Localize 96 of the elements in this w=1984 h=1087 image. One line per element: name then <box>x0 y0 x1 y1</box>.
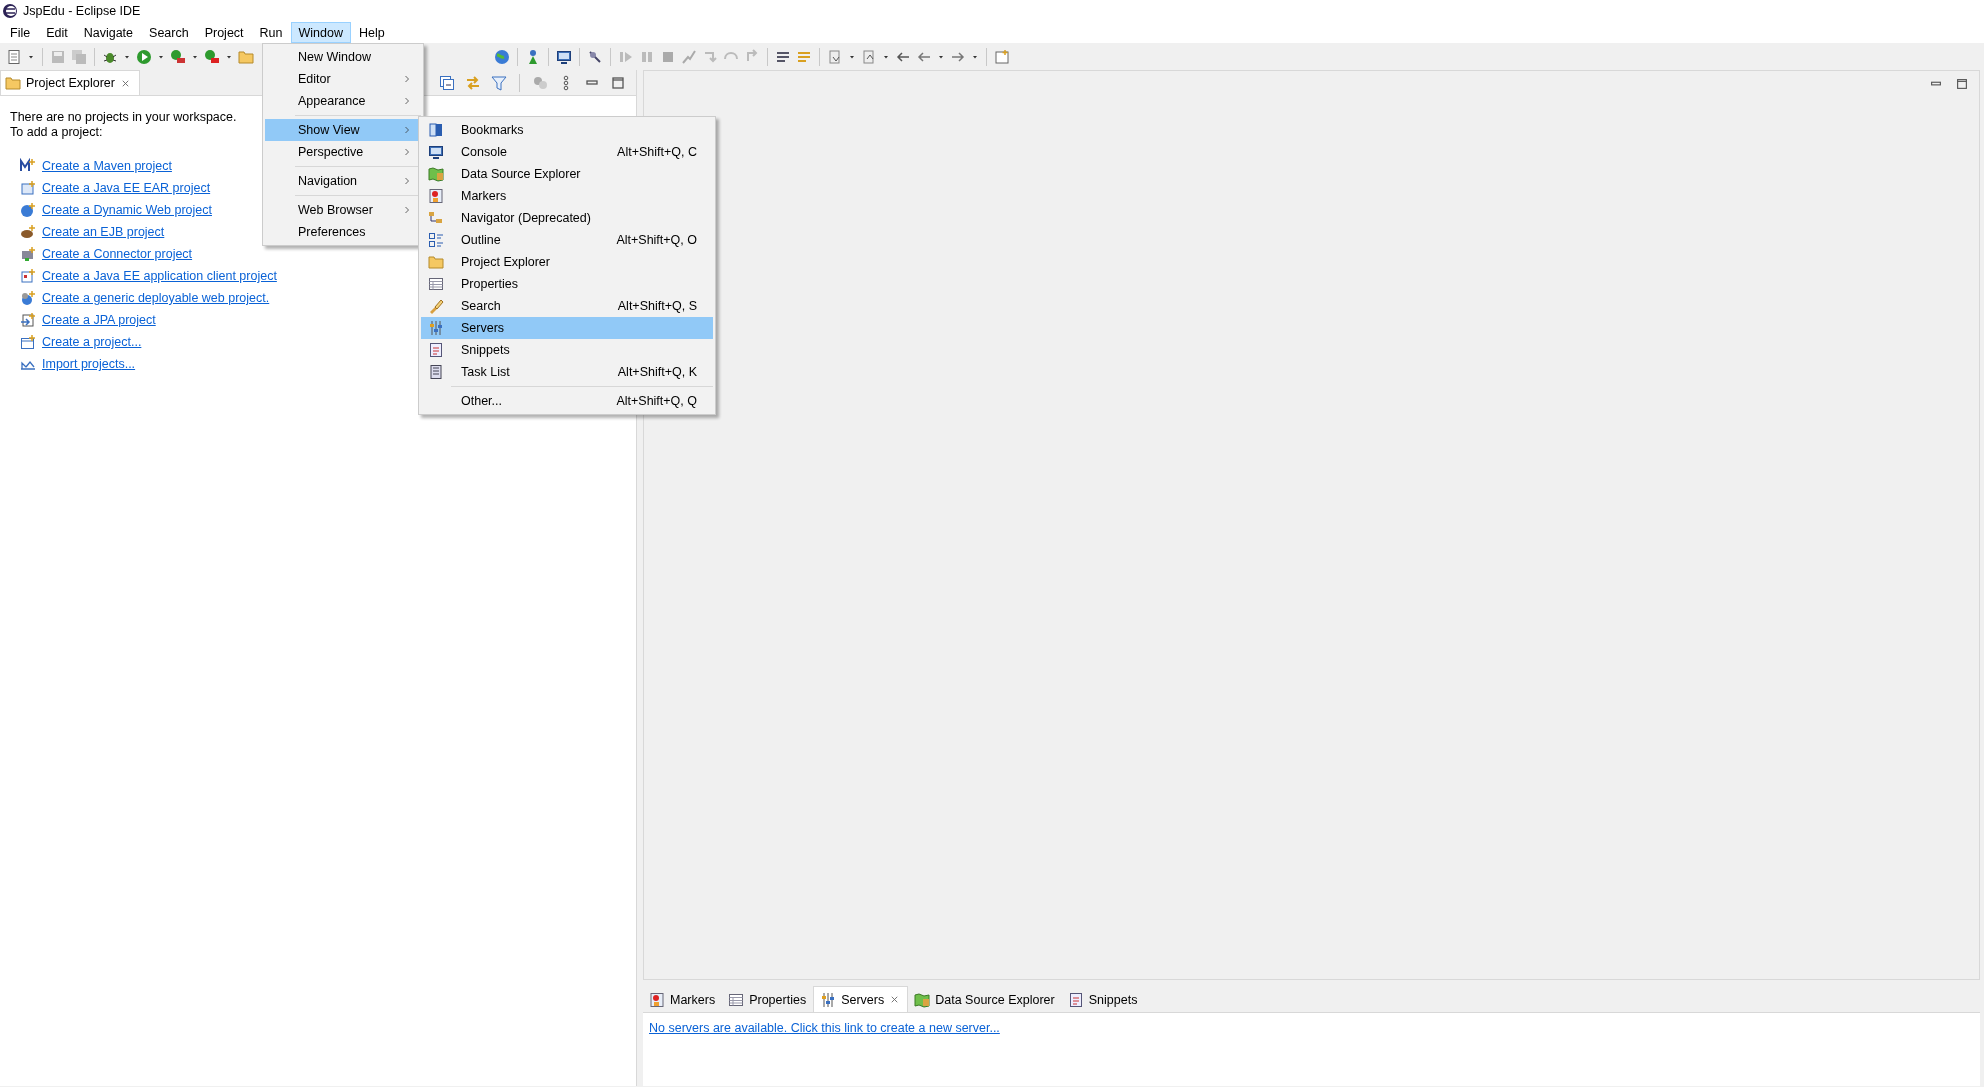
menu-item[interactable]: Markers <box>421 185 713 207</box>
project-link[interactable]: Create a Maven project <box>42 159 172 173</box>
collapse-all-icon[interactable] <box>439 75 455 91</box>
ear-project-icon <box>20 180 36 196</box>
project-link[interactable]: Create a Java EE application client project <box>42 269 277 283</box>
shortcut-text: Alt+Shift+Q, S <box>617 299 698 313</box>
book-icon <box>428 122 444 138</box>
menu-item[interactable]: Navigate <box>75 22 142 43</box>
menu-item[interactable]: Bookmarks <box>421 119 713 141</box>
new-project-icon <box>20 334 36 350</box>
maven-project-icon <box>20 158 36 174</box>
table-icon <box>728 991 745 1008</box>
tree-icon <box>428 210 444 226</box>
sliders-icon <box>428 320 444 336</box>
menu-item[interactable]: Edit <box>38 22 76 43</box>
menu-item[interactable]: Data Source Explorer <box>421 163 713 185</box>
globe-gear-icon <box>20 290 36 306</box>
menu-item[interactable]: Console Alt+Shift+Q, C <box>421 141 713 163</box>
snippet-icon <box>428 342 444 358</box>
menu-item[interactable]: Web Browser <box>265 199 421 221</box>
globe-icon[interactable] <box>494 48 510 65</box>
menu-item[interactable]: Search Alt+Shift+Q, S <box>421 295 713 317</box>
marker-icon <box>649 991 665 1008</box>
new-server-link[interactable]: No servers are available. Click this link to create a new server... <box>649 1021 1000 1035</box>
outline-icon <box>428 232 444 248</box>
table-icon <box>428 276 444 292</box>
map-icon <box>428 166 444 182</box>
menu-item[interactable]: Search <box>141 22 197 43</box>
project-link[interactable]: Create a project... <box>42 335 142 349</box>
menu-item[interactable]: Show View <box>265 119 421 141</box>
tab-label: Properties <box>749 992 807 1007</box>
filter-icon[interactable] <box>491 75 507 91</box>
shortcut-text: Alt+Shift+Q, Q <box>616 394 698 408</box>
tab-label: Servers <box>841 992 885 1007</box>
menu-item[interactable]: Run <box>251 22 291 43</box>
menu-item[interactable]: Properties <box>421 273 713 295</box>
open-perspective-icon[interactable] <box>994 48 1010 65</box>
menu-item[interactable]: Snippets <box>421 339 713 361</box>
maximize-icon[interactable] <box>610 75 626 91</box>
tab-label: Snippets <box>1088 992 1138 1007</box>
monitor-icon <box>428 144 444 160</box>
project-link[interactable]: Import projects... <box>42 357 136 371</box>
project-link[interactable]: Create a Java EE EAR project <box>42 181 211 195</box>
tab-label: Project Explorer <box>26 76 115 90</box>
flashlight-icon <box>428 298 444 314</box>
pin-icon[interactable] <box>587 48 603 65</box>
folder-icon <box>5 75 21 91</box>
menu-item[interactable]: Help <box>350 22 393 43</box>
project-link[interactable]: Create an EJB project <box>42 225 165 239</box>
menu-item[interactable]: Navigation <box>265 170 421 192</box>
marker-icon <box>428 188 444 204</box>
view-tab[interactable]: Servers <box>813 986 909 1012</box>
folder-icon <box>428 254 444 270</box>
sliders-icon <box>820 991 837 1008</box>
shortcut-text: Alt+Shift+Q, O <box>616 233 698 247</box>
project-link[interactable]: Create a generic deployable web project. <box>42 291 270 305</box>
prev-annotation-icon[interactable] <box>861 48 877 65</box>
project-link[interactable]: Create a Dynamic Web project <box>42 203 212 217</box>
menu-item[interactable]: Project <box>196 22 252 43</box>
map-icon <box>914 991 931 1008</box>
connector-icon <box>20 246 36 262</box>
menu-item[interactable]: Task List Alt+Shift+Q, K <box>421 361 713 383</box>
shortcut-text: Alt+Shift+Q, C <box>617 145 698 159</box>
menu-item[interactable]: Preferences <box>265 221 421 243</box>
app-client-icon <box>20 268 36 284</box>
next-annotation-icon[interactable] <box>827 48 843 65</box>
globe-project-icon <box>20 202 36 218</box>
menu-item[interactable]: Servers <box>421 317 713 339</box>
snippet-icon <box>1067 991 1084 1008</box>
server-run-icon[interactable] <box>170 48 186 65</box>
menu-item[interactable]: New Window <box>265 46 421 68</box>
server-stop-icon[interactable] <box>204 48 220 65</box>
view-tab[interactable]: Project Explorer <box>0 70 140 95</box>
menu-item[interactable]: Outline Alt+Shift+Q, O <box>421 229 713 251</box>
menu-item[interactable]: Project Explorer <box>421 251 713 273</box>
menu-item[interactable]: Appearance <box>265 90 421 112</box>
list-icon <box>428 364 444 380</box>
menu-item[interactable]: Perspective <box>265 141 421 163</box>
menu-item[interactable]: Window <box>290 22 351 43</box>
monitor-icon[interactable] <box>556 48 572 65</box>
maximize-icon[interactable] <box>1955 77 1969 91</box>
menu-item[interactable]: Other... Alt+Shift+Q, Q <box>421 390 713 412</box>
menu-item[interactable]: File <box>2 22 39 43</box>
menu-item[interactable]: Navigator (Deprecated) <box>421 207 713 229</box>
menu-item[interactable]: Editor <box>265 68 421 90</box>
info-text: To add a project: <box>10 125 103 140</box>
bean-icon <box>20 224 36 240</box>
run-icon[interactable] <box>136 48 152 65</box>
tab-label: Data Source Explorer <box>935 992 1055 1007</box>
window-title: JspEdu - Eclipse IDE <box>23 4 141 18</box>
new-file-icon[interactable] <box>6 48 22 65</box>
info-text: There are no projects in your workspace. <box>10 110 237 125</box>
project-link[interactable]: Create a Connector project <box>42 247 193 261</box>
project-link[interactable]: Create a JPA project <box>42 313 156 327</box>
shortcut-text: Alt+Shift+Q, K <box>617 365 698 379</box>
tab-label: Markers <box>670 992 716 1007</box>
